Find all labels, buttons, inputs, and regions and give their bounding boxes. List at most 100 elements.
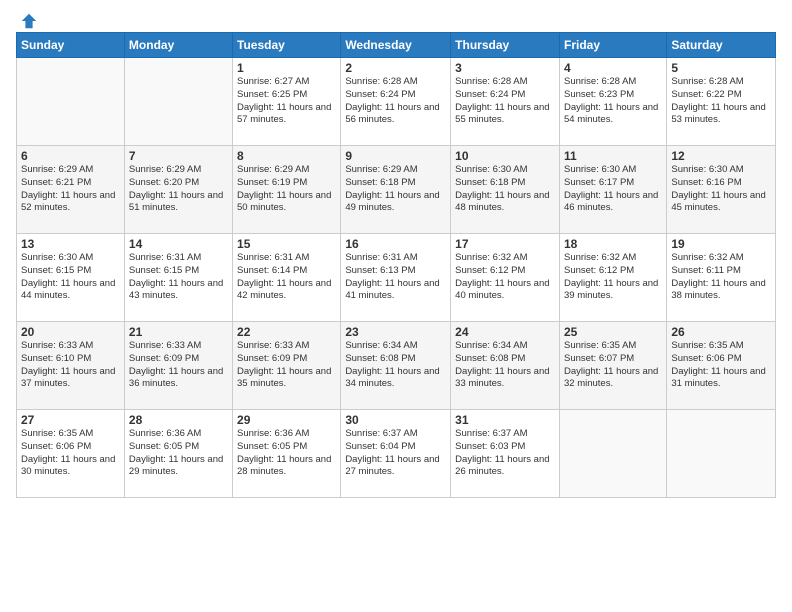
- calendar-week-row: 6Sunrise: 6:29 AMSunset: 6:21 PMDaylight…: [17, 146, 776, 234]
- day-number: 23: [345, 325, 446, 339]
- calendar-day-cell: 27Sunrise: 6:35 AMSunset: 6:06 PMDayligh…: [17, 410, 125, 498]
- calendar-header-row: SundayMondayTuesdayWednesdayThursdayFrid…: [17, 33, 776, 58]
- calendar-day-cell: 23Sunrise: 6:34 AMSunset: 6:08 PMDayligh…: [341, 322, 451, 410]
- day-info: Sunrise: 6:28 AMSunset: 6:22 PMDaylight:…: [671, 76, 771, 127]
- calendar-day-cell: 19Sunrise: 6:32 AMSunset: 6:11 PMDayligh…: [667, 234, 776, 322]
- calendar-week-row: 27Sunrise: 6:35 AMSunset: 6:06 PMDayligh…: [17, 410, 776, 498]
- day-info: Sunrise: 6:32 AMSunset: 6:12 PMDaylight:…: [455, 252, 555, 303]
- day-info: Sunrise: 6:33 AMSunset: 6:10 PMDaylight:…: [21, 340, 120, 391]
- day-info: Sunrise: 6:30 AMSunset: 6:15 PMDaylight:…: [21, 252, 120, 303]
- calendar-day-cell: 16Sunrise: 6:31 AMSunset: 6:13 PMDayligh…: [341, 234, 451, 322]
- day-number: 27: [21, 413, 120, 427]
- day-number: 28: [129, 413, 228, 427]
- day-of-week-header: Wednesday: [341, 33, 451, 58]
- day-info: Sunrise: 6:33 AMSunset: 6:09 PMDaylight:…: [237, 340, 336, 391]
- day-number: 19: [671, 237, 771, 251]
- calendar-day-cell: 25Sunrise: 6:35 AMSunset: 6:07 PMDayligh…: [559, 322, 666, 410]
- day-info: Sunrise: 6:35 AMSunset: 6:06 PMDaylight:…: [21, 428, 120, 479]
- day-info: Sunrise: 6:31 AMSunset: 6:14 PMDaylight:…: [237, 252, 336, 303]
- calendar-day-cell: 20Sunrise: 6:33 AMSunset: 6:10 PMDayligh…: [17, 322, 125, 410]
- day-number: 4: [564, 61, 662, 75]
- day-info: Sunrise: 6:34 AMSunset: 6:08 PMDaylight:…: [455, 340, 555, 391]
- calendar-day-cell: 3Sunrise: 6:28 AMSunset: 6:24 PMDaylight…: [451, 58, 560, 146]
- calendar-day-cell: 1Sunrise: 6:27 AMSunset: 6:25 PMDaylight…: [233, 58, 341, 146]
- day-info: Sunrise: 6:29 AMSunset: 6:19 PMDaylight:…: [237, 164, 336, 215]
- calendar-day-cell: 11Sunrise: 6:30 AMSunset: 6:17 PMDayligh…: [559, 146, 666, 234]
- day-number: 16: [345, 237, 446, 251]
- calendar-day-cell: 4Sunrise: 6:28 AMSunset: 6:23 PMDaylight…: [559, 58, 666, 146]
- day-info: Sunrise: 6:34 AMSunset: 6:08 PMDaylight:…: [345, 340, 446, 391]
- day-number: 5: [671, 61, 771, 75]
- day-number: 24: [455, 325, 555, 339]
- calendar: SundayMondayTuesdayWednesdayThursdayFrid…: [16, 32, 776, 498]
- day-of-week-header: Saturday: [667, 33, 776, 58]
- day-info: Sunrise: 6:30 AMSunset: 6:16 PMDaylight:…: [671, 164, 771, 215]
- day-info: Sunrise: 6:35 AMSunset: 6:07 PMDaylight:…: [564, 340, 662, 391]
- calendar-day-cell: 12Sunrise: 6:30 AMSunset: 6:16 PMDayligh…: [667, 146, 776, 234]
- day-info: Sunrise: 6:31 AMSunset: 6:15 PMDaylight:…: [129, 252, 228, 303]
- page: SundayMondayTuesdayWednesdayThursdayFrid…: [0, 0, 792, 612]
- day-number: 12: [671, 149, 771, 163]
- day-number: 1: [237, 61, 336, 75]
- day-number: 6: [21, 149, 120, 163]
- day-number: 31: [455, 413, 555, 427]
- day-number: 2: [345, 61, 446, 75]
- day-info: Sunrise: 6:37 AMSunset: 6:04 PMDaylight:…: [345, 428, 446, 479]
- day-number: 17: [455, 237, 555, 251]
- day-number: 15: [237, 237, 336, 251]
- calendar-week-row: 20Sunrise: 6:33 AMSunset: 6:10 PMDayligh…: [17, 322, 776, 410]
- day-info: Sunrise: 6:35 AMSunset: 6:06 PMDaylight:…: [671, 340, 771, 391]
- calendar-day-cell: 9Sunrise: 6:29 AMSunset: 6:18 PMDaylight…: [341, 146, 451, 234]
- calendar-day-cell: 21Sunrise: 6:33 AMSunset: 6:09 PMDayligh…: [124, 322, 232, 410]
- day-info: Sunrise: 6:29 AMSunset: 6:21 PMDaylight:…: [21, 164, 120, 215]
- calendar-day-cell: [17, 58, 125, 146]
- day-number: 14: [129, 237, 228, 251]
- day-info: Sunrise: 6:29 AMSunset: 6:20 PMDaylight:…: [129, 164, 228, 215]
- day-number: 26: [671, 325, 771, 339]
- day-info: Sunrise: 6:30 AMSunset: 6:17 PMDaylight:…: [564, 164, 662, 215]
- day-info: Sunrise: 6:29 AMSunset: 6:18 PMDaylight:…: [345, 164, 446, 215]
- calendar-day-cell: 8Sunrise: 6:29 AMSunset: 6:19 PMDaylight…: [233, 146, 341, 234]
- day-info: Sunrise: 6:30 AMSunset: 6:18 PMDaylight:…: [455, 164, 555, 215]
- calendar-day-cell: 6Sunrise: 6:29 AMSunset: 6:21 PMDaylight…: [17, 146, 125, 234]
- calendar-day-cell: 5Sunrise: 6:28 AMSunset: 6:22 PMDaylight…: [667, 58, 776, 146]
- day-number: 8: [237, 149, 336, 163]
- day-info: Sunrise: 6:27 AMSunset: 6:25 PMDaylight:…: [237, 76, 336, 127]
- day-info: Sunrise: 6:28 AMSunset: 6:24 PMDaylight:…: [455, 76, 555, 127]
- calendar-day-cell: [124, 58, 232, 146]
- day-of-week-header: Sunday: [17, 33, 125, 58]
- day-number: 29: [237, 413, 336, 427]
- day-info: Sunrise: 6:33 AMSunset: 6:09 PMDaylight:…: [129, 340, 228, 391]
- calendar-day-cell: 13Sunrise: 6:30 AMSunset: 6:15 PMDayligh…: [17, 234, 125, 322]
- calendar-week-row: 1Sunrise: 6:27 AMSunset: 6:25 PMDaylight…: [17, 58, 776, 146]
- day-info: Sunrise: 6:28 AMSunset: 6:24 PMDaylight:…: [345, 76, 446, 127]
- day-info: Sunrise: 6:32 AMSunset: 6:12 PMDaylight:…: [564, 252, 662, 303]
- day-number: 30: [345, 413, 446, 427]
- calendar-day-cell: [559, 410, 666, 498]
- calendar-day-cell: 2Sunrise: 6:28 AMSunset: 6:24 PMDaylight…: [341, 58, 451, 146]
- day-of-week-header: Friday: [559, 33, 666, 58]
- day-number: 20: [21, 325, 120, 339]
- day-info: Sunrise: 6:32 AMSunset: 6:11 PMDaylight:…: [671, 252, 771, 303]
- logo: [16, 12, 38, 26]
- day-of-week-header: Monday: [124, 33, 232, 58]
- calendar-day-cell: 18Sunrise: 6:32 AMSunset: 6:12 PMDayligh…: [559, 234, 666, 322]
- day-number: 7: [129, 149, 228, 163]
- day-number: 18: [564, 237, 662, 251]
- day-number: 9: [345, 149, 446, 163]
- day-number: 10: [455, 149, 555, 163]
- calendar-day-cell: 30Sunrise: 6:37 AMSunset: 6:04 PMDayligh…: [341, 410, 451, 498]
- day-number: 3: [455, 61, 555, 75]
- day-of-week-header: Thursday: [451, 33, 560, 58]
- calendar-day-cell: 15Sunrise: 6:31 AMSunset: 6:14 PMDayligh…: [233, 234, 341, 322]
- calendar-week-row: 13Sunrise: 6:30 AMSunset: 6:15 PMDayligh…: [17, 234, 776, 322]
- calendar-day-cell: [667, 410, 776, 498]
- calendar-day-cell: 28Sunrise: 6:36 AMSunset: 6:05 PMDayligh…: [124, 410, 232, 498]
- day-info: Sunrise: 6:36 AMSunset: 6:05 PMDaylight:…: [129, 428, 228, 479]
- day-number: 21: [129, 325, 228, 339]
- day-info: Sunrise: 6:28 AMSunset: 6:23 PMDaylight:…: [564, 76, 662, 127]
- day-number: 13: [21, 237, 120, 251]
- calendar-day-cell: 22Sunrise: 6:33 AMSunset: 6:09 PMDayligh…: [233, 322, 341, 410]
- calendar-day-cell: 14Sunrise: 6:31 AMSunset: 6:15 PMDayligh…: [124, 234, 232, 322]
- day-number: 11: [564, 149, 662, 163]
